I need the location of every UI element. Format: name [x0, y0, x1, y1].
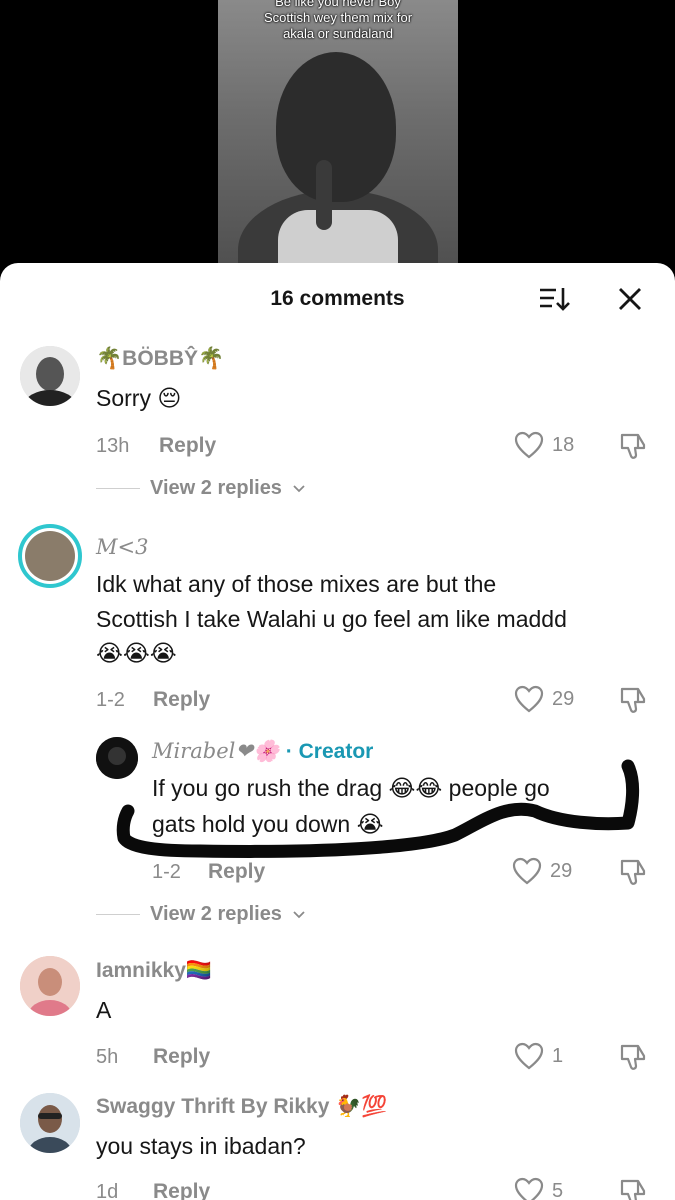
dislike-button[interactable]	[618, 1177, 648, 1200]
avatar[interactable]	[20, 956, 80, 1016]
username-label: Mirabel❤🌸	[152, 739, 280, 763]
timestamp: 1-2	[96, 689, 125, 711]
username[interactable]: Mirabel❤🌸 · Creator	[152, 739, 373, 764]
avatar-image	[20, 1093, 80, 1153]
view-replies-label: View 2 replies	[150, 477, 282, 499]
video-preview[interactable]: Be like you never Boy Scottish wey them …	[218, 0, 458, 280]
avatar-image	[96, 737, 138, 779]
person-finger	[316, 160, 332, 230]
sort-icon	[540, 288, 570, 311]
comment-text: Sorry 😔	[96, 385, 182, 411]
heart-icon	[514, 1177, 544, 1200]
like-button[interactable]: 29	[514, 685, 574, 713]
creator-badge: · Creator	[285, 740, 374, 763]
comment-text-line: Scottish I take Walahi u go feel am like…	[96, 606, 567, 632]
chevron-down-icon	[293, 910, 305, 918]
caption-line: Be like you never Boy	[275, 0, 401, 9]
view-replies-button[interactable]: View 2 replies	[96, 903, 306, 926]
avatar[interactable]	[96, 737, 138, 779]
comment-text-line: If you go rush the drag 😂😂 people go	[152, 775, 550, 801]
like-button[interactable]: 5	[514, 1177, 563, 1200]
close-button[interactable]	[616, 285, 644, 313]
like-button[interactable]: 18	[514, 431, 574, 459]
dislike-button[interactable]	[618, 685, 648, 720]
sheet-header: 16 comments	[0, 263, 675, 335]
reply-button[interactable]: Reply	[159, 434, 216, 458]
reply-button[interactable]: Reply	[153, 1045, 210, 1069]
reply-button[interactable]: Reply	[208, 860, 265, 884]
thumbs-down-icon	[620, 687, 646, 713]
thumbs-down-icon	[620, 859, 646, 885]
like-count: 1	[552, 1044, 564, 1067]
close-icon	[619, 288, 641, 310]
thumbs-down-icon	[620, 1044, 646, 1070]
dislike-button[interactable]	[618, 857, 648, 892]
username[interactable]: M<3	[96, 535, 148, 559]
like-button[interactable]: 1	[514, 1042, 563, 1070]
divider-line	[96, 914, 140, 915]
dislike-button[interactable]	[618, 1042, 648, 1077]
comments-count: 16 comments	[270, 287, 405, 310]
divider-line	[96, 488, 140, 489]
heart-icon	[514, 431, 544, 459]
avatar[interactable]	[20, 346, 80, 406]
comment-text-line: Idk what any of those mixes are but the	[96, 571, 497, 597]
like-count: 5	[552, 1179, 564, 1200]
thumbs-down-icon	[620, 1179, 646, 1200]
view-replies-label: View 2 replies	[150, 903, 282, 925]
username[interactable]: Swaggy Thrift By Rikky 🐓💯	[96, 1095, 388, 1119]
comment-text: you stays in ibadan?	[96, 1133, 306, 1159]
caption-line: akala or sundaland	[283, 26, 393, 41]
avatar-image	[20, 956, 80, 1016]
chevron-down-icon	[293, 484, 305, 492]
comments-sheet: 16 comments 🌴BÖBBŶ🌴 Sorry 😔 13h Reply 18…	[0, 263, 675, 1200]
sort-button[interactable]	[538, 285, 572, 313]
timestamp: 1-2	[152, 861, 181, 883]
avatar-image	[20, 346, 80, 406]
like-count: 18	[552, 433, 575, 456]
like-button[interactable]: 29	[512, 857, 572, 885]
comment-text-line: 😭😭😭	[96, 641, 177, 667]
timestamp: 5h	[96, 1046, 119, 1068]
timestamp: 1d	[96, 1181, 119, 1200]
dislike-button[interactable]	[618, 431, 648, 466]
username[interactable]: Iamnikky🏳️‍🌈	[96, 959, 212, 983]
video-caption: Be like you never Boy Scottish wey them …	[218, 0, 458, 42]
thumbs-down-icon	[620, 433, 646, 459]
reply-button[interactable]: Reply	[153, 1180, 210, 1200]
avatar[interactable]	[18, 524, 82, 588]
avatar-image	[25, 531, 75, 581]
view-replies-button[interactable]: View 2 replies	[96, 477, 306, 500]
comment-text-line: gats hold you down 😭	[152, 811, 384, 837]
reply-button[interactable]: Reply	[153, 688, 210, 712]
comment-text: A	[96, 997, 112, 1023]
timestamp: 13h	[96, 435, 130, 457]
caption-line: Scottish wey them mix for	[263, 10, 413, 25]
heart-icon	[512, 857, 542, 885]
heart-icon	[514, 685, 544, 713]
like-count: 29	[552, 687, 575, 710]
heart-icon	[514, 1042, 544, 1070]
like-count: 29	[550, 859, 573, 882]
person-head	[276, 52, 396, 202]
avatar[interactable]	[20, 1093, 80, 1153]
username[interactable]: 🌴BÖBBŶ🌴	[96, 347, 224, 371]
